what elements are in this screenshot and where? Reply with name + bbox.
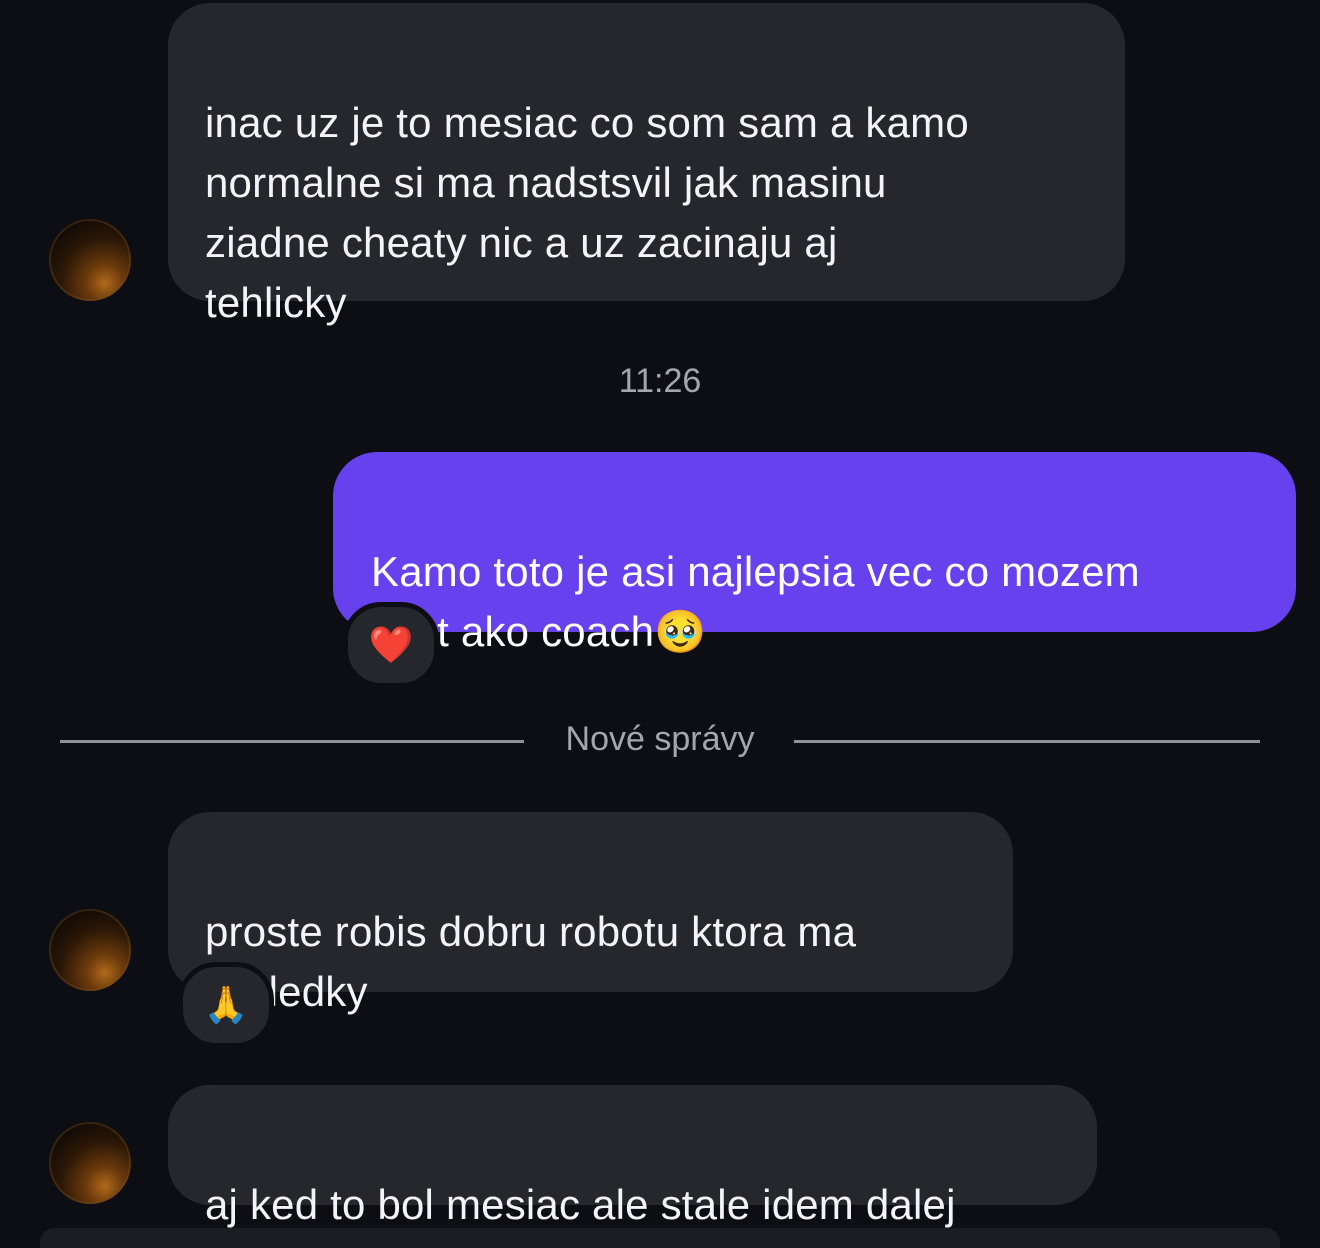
heart-icon: ❤️ bbox=[368, 624, 414, 665]
message-text: aj ked to bol mesiac ale stale idem dale… bbox=[205, 1181, 956, 1228]
divider-line-right bbox=[794, 740, 1260, 743]
incoming-message-bubble[interactable]: aj ked to bol mesiac ale stale idem dale… bbox=[168, 1085, 1097, 1228]
new-messages-divider: Nové správy bbox=[60, 718, 1260, 766]
contact-avatar[interactable] bbox=[49, 1122, 131, 1204]
incoming-message-bubble[interactable]: inac uz je to mesiac co som sam a kamo n… bbox=[168, 3, 1125, 326]
folded-hands-icon: 🙏 bbox=[203, 984, 249, 1025]
message-text: Kamo toto je asi najlepsia vec co mozem … bbox=[371, 548, 1140, 655]
message-text: proste robis dobru robotu ktora ma vysle… bbox=[205, 908, 857, 1015]
message-composer[interactable] bbox=[40, 1228, 1280, 1248]
contact-avatar[interactable] bbox=[49, 219, 131, 301]
outgoing-message-bubble[interactable]: Kamo toto je asi najlepsia vec co mozem … bbox=[333, 452, 1296, 655]
reaction-pray-badge[interactable]: 🙏 bbox=[178, 962, 274, 1048]
incoming-message-bubble[interactable]: proste robis dobru robotu ktora ma vysle… bbox=[168, 812, 1013, 1015]
reaction-heart-badge[interactable]: ❤️ bbox=[343, 602, 439, 688]
message-timestamp: 11:26 bbox=[618, 362, 702, 400]
contact-avatar[interactable] bbox=[49, 909, 131, 991]
message-text: inac uz je to mesiac co som sam a kamo n… bbox=[205, 99, 969, 326]
